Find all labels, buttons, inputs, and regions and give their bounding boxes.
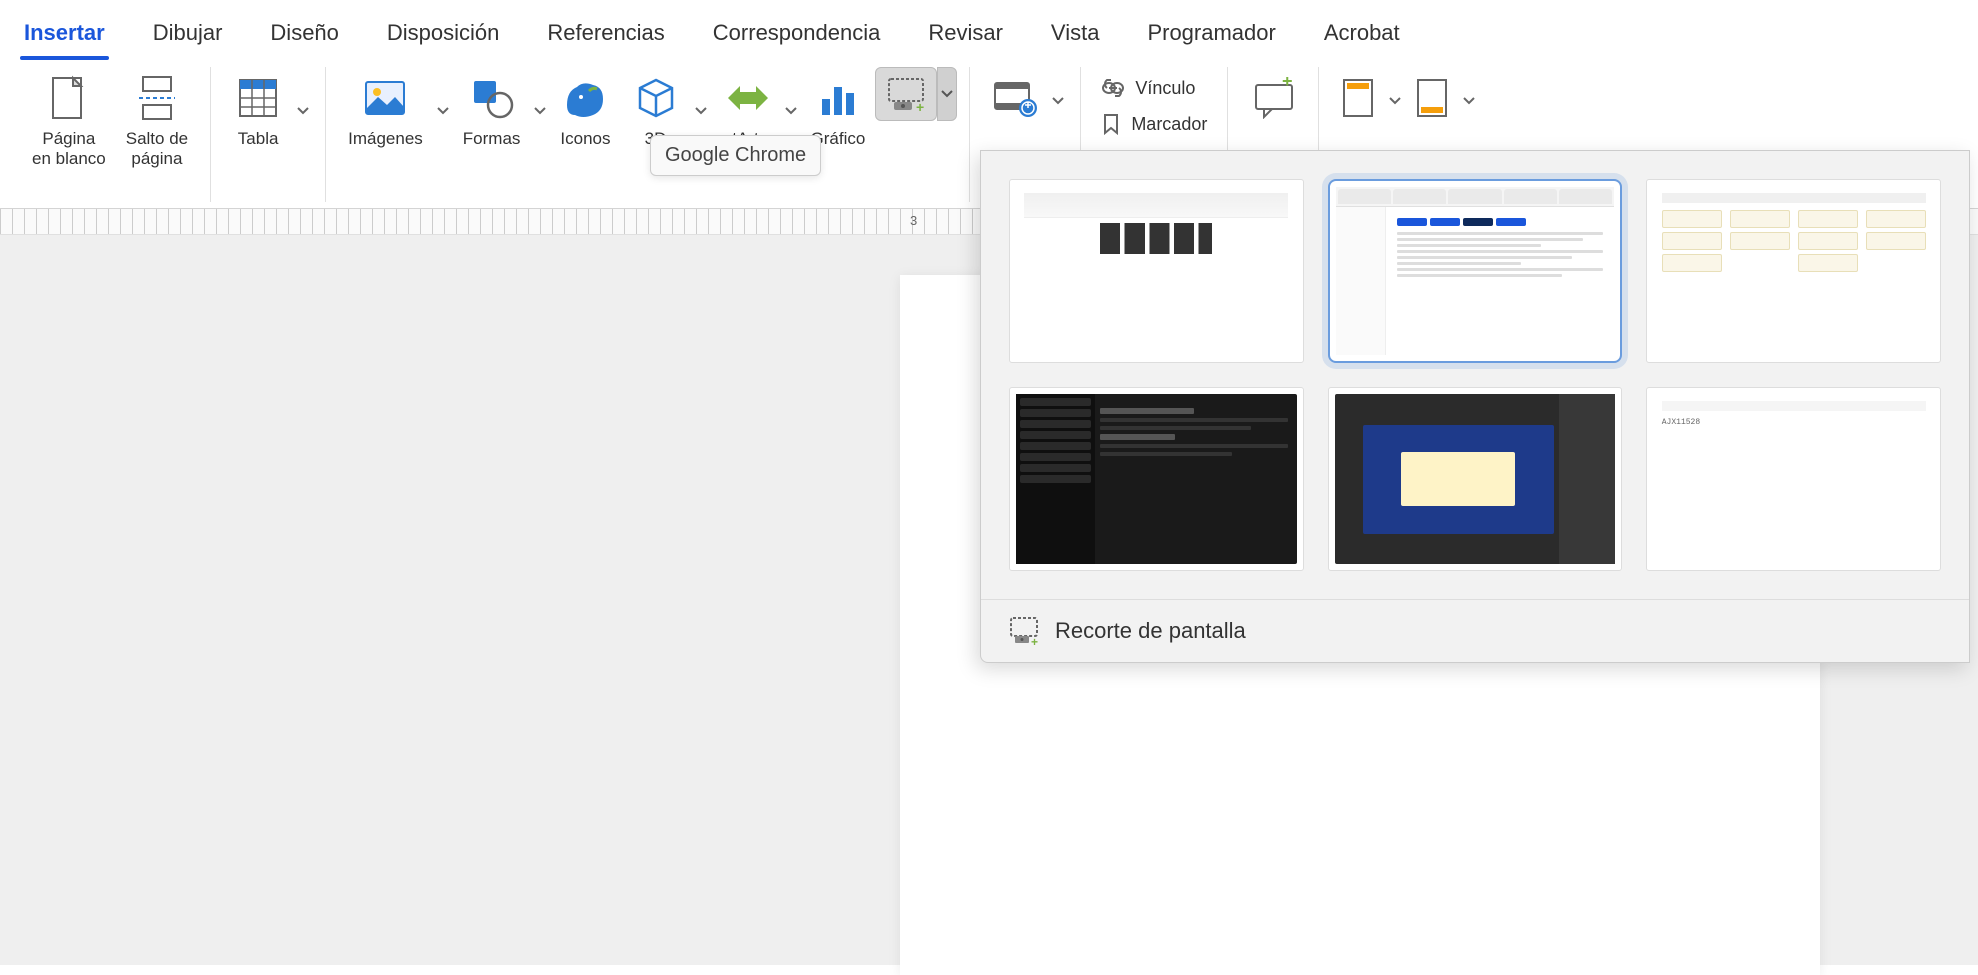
screenshot-dropdown[interactable] [937, 67, 957, 121]
images-button[interactable]: Imágenes [338, 67, 433, 155]
thumb-preview [1336, 187, 1615, 355]
thumb-preview [1335, 394, 1616, 564]
screen-clipping-button[interactable]: + Recorte de pantalla [981, 599, 1969, 662]
chevron-down-icon [437, 107, 449, 115]
smartart-dropdown[interactable] [781, 89, 801, 133]
link-icon [1101, 79, 1125, 97]
svg-text:+: + [1031, 635, 1038, 646]
screenshot-button[interactable]: + [875, 67, 937, 121]
blank-page-icon [50, 73, 88, 123]
screen-clipping-label: Recorte de pantalla [1055, 618, 1246, 644]
thumb-preview: AJX11528 [1653, 394, 1934, 564]
thumbnail-dark-chat[interactable] [1009, 387, 1304, 571]
thumbnail-photoshop[interactable] [1328, 387, 1623, 571]
shapes-icon [470, 73, 514, 123]
shapes-dropdown[interactable] [530, 89, 550, 133]
shapes-button[interactable]: Formas [453, 67, 531, 155]
text-thumb-content: AJX11528 [1662, 418, 1700, 427]
stickers-icon [563, 73, 607, 123]
camera-icon: + [886, 76, 926, 112]
video-dropdown[interactable] [1048, 79, 1068, 123]
picture-icon [363, 73, 407, 123]
tab-programador[interactable]: Programador [1143, 12, 1279, 58]
chevron-down-icon [534, 107, 546, 115]
table-dropdown[interactable] [293, 89, 313, 133]
online-video-button[interactable] [982, 67, 1048, 135]
smartart-icon [724, 73, 768, 123]
comment-icon: + [1250, 73, 1296, 123]
tab-revisar[interactable]: Revisar [924, 12, 1007, 58]
page-break-label: Salto de página [126, 129, 188, 170]
svg-text:+: + [1282, 77, 1293, 91]
header-icon [1341, 73, 1375, 123]
tab-dibujar[interactable]: Dibujar [149, 12, 227, 58]
footer-dropdown[interactable] [1459, 79, 1479, 123]
footer-button[interactable] [1405, 67, 1459, 135]
blank-page-label: Página en blanco [32, 129, 106, 170]
thumbnail-text-editor[interactable]: AJX11528 [1646, 387, 1941, 571]
thumbnail-kanban[interactable] [1646, 179, 1941, 363]
blank-page-button[interactable]: Página en blanco [22, 67, 116, 176]
icons-button[interactable]: Iconos [550, 67, 620, 155]
table-label: Tabla [238, 129, 279, 149]
chevron-down-icon [695, 107, 707, 115]
chart-icon [816, 73, 860, 123]
shapes-label: Formas [463, 129, 521, 149]
thumbnail-word[interactable] [1009, 179, 1304, 363]
link-label: Vínculo [1135, 78, 1195, 99]
chevron-down-icon [1052, 97, 1064, 105]
bookmark-icon [1101, 113, 1121, 135]
link-button[interactable]: Vínculo [1093, 71, 1215, 105]
svg-text:+: + [916, 99, 924, 112]
thumb-preview [1016, 394, 1297, 564]
group-pages: Página en blanco Salto de página [10, 67, 211, 202]
comment-button[interactable]: + [1240, 67, 1306, 135]
bookmark-label: Marcador [1131, 114, 1207, 135]
group-table: Tabla [211, 67, 326, 202]
tab-insertar[interactable]: Insertar [20, 12, 109, 58]
table-button[interactable]: Tabla [223, 67, 293, 155]
tab-disposicion[interactable]: Disposición [383, 12, 504, 58]
screen-clip-icon: + [1009, 616, 1041, 646]
chevron-down-icon [785, 107, 797, 115]
page-break-icon [137, 73, 177, 123]
thumbnail-chrome[interactable] [1328, 179, 1623, 363]
thumb-preview [1653, 186, 1934, 356]
page-break-button[interactable]: Salto de página [116, 67, 198, 176]
3d-dropdown[interactable] [691, 89, 711, 133]
chevron-down-icon [297, 107, 309, 115]
chevron-down-icon [1389, 97, 1401, 105]
video-icon [992, 73, 1038, 123]
tab-vista[interactable]: Vista [1047, 12, 1104, 58]
screenshot-panel: AJX11528 + Recorte de pantalla [980, 150, 1970, 663]
tab-referencias[interactable]: Referencias [543, 12, 668, 58]
tab-correspondencia[interactable]: Correspondencia [709, 12, 885, 58]
group-illustrations: Imágenes Formas Iconos [326, 67, 970, 202]
cube-icon [634, 73, 678, 123]
window-thumbnails: AJX11528 [981, 151, 1969, 599]
bookmark-button[interactable]: Marcador [1093, 107, 1215, 141]
ribbon-tabs: Insertar Dibujar Diseño Disposición Refe… [0, 0, 1978, 59]
tooltip-text: Google Chrome [665, 144, 806, 166]
thumb-preview [1016, 186, 1297, 356]
chevron-down-icon [941, 90, 953, 98]
footer-icon [1415, 73, 1449, 123]
header-button[interactable] [1331, 67, 1385, 135]
images-label: Imágenes [348, 129, 423, 149]
chevron-down-icon [1463, 97, 1475, 105]
header-dropdown[interactable] [1385, 79, 1405, 123]
tab-diseno[interactable]: Diseño [266, 12, 342, 58]
tab-acrobat[interactable]: Acrobat [1320, 12, 1404, 58]
table-icon [237, 73, 279, 123]
icons-label: Iconos [560, 129, 610, 149]
ruler-mark: 3 [910, 213, 917, 228]
tooltip: Google Chrome [650, 135, 821, 176]
images-dropdown[interactable] [433, 89, 453, 133]
